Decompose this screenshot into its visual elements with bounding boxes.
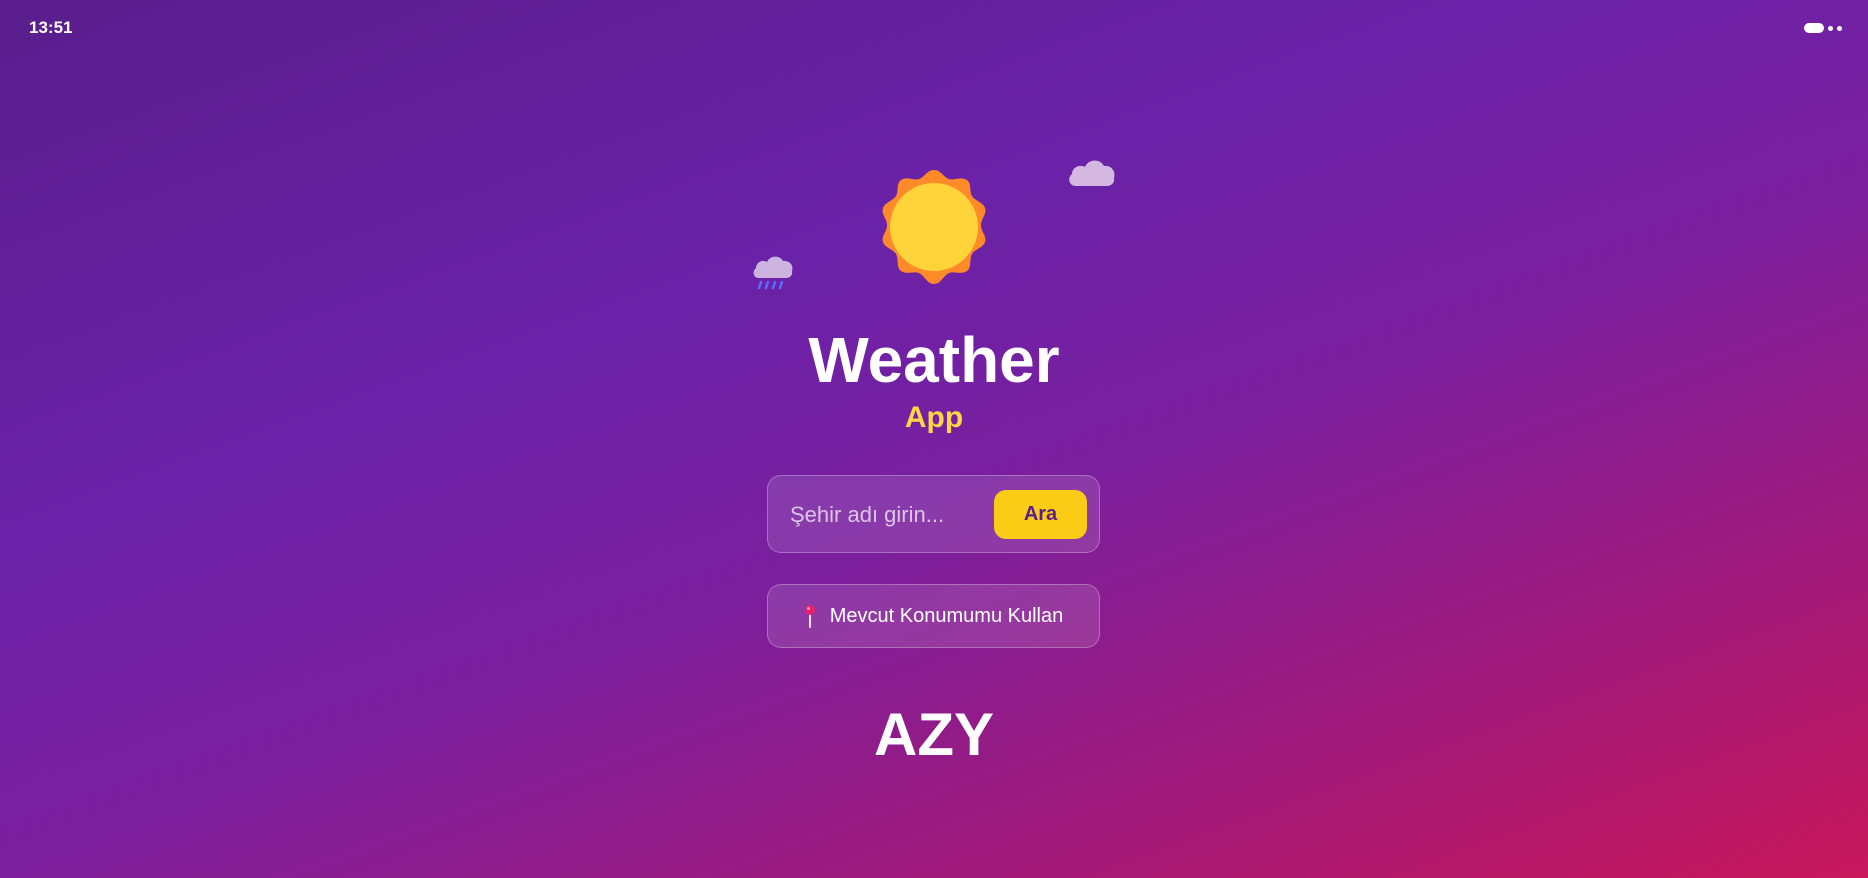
search-box: Ara (767, 475, 1100, 553)
cloud-icon (1069, 160, 1115, 186)
brand-mark: AZY (874, 701, 994, 768)
app-title: Weather (808, 324, 1060, 396)
battery-indicator-icon (1804, 23, 1824, 33)
map-pin-icon (804, 605, 815, 628)
status-indicators (1804, 23, 1842, 33)
status-dot-icon (1828, 25, 1833, 31)
city-search-input[interactable] (788, 492, 962, 538)
use-current-location-button[interactable]: Mevcut Konumumu Kullan (767, 584, 1100, 648)
search-button[interactable]: Ara (994, 490, 1087, 539)
rain-cloud-icon (753, 256, 793, 290)
sun-icon (882, 170, 986, 284)
app-subtitle: App (904, 401, 964, 434)
status-bar: 13:51 (0, 0, 1868, 56)
status-time: 13:51 (29, 18, 73, 37)
status-dot-icon (1837, 25, 1842, 31)
location-label: Mevcut Konumumu Kullan (829, 604, 1064, 627)
